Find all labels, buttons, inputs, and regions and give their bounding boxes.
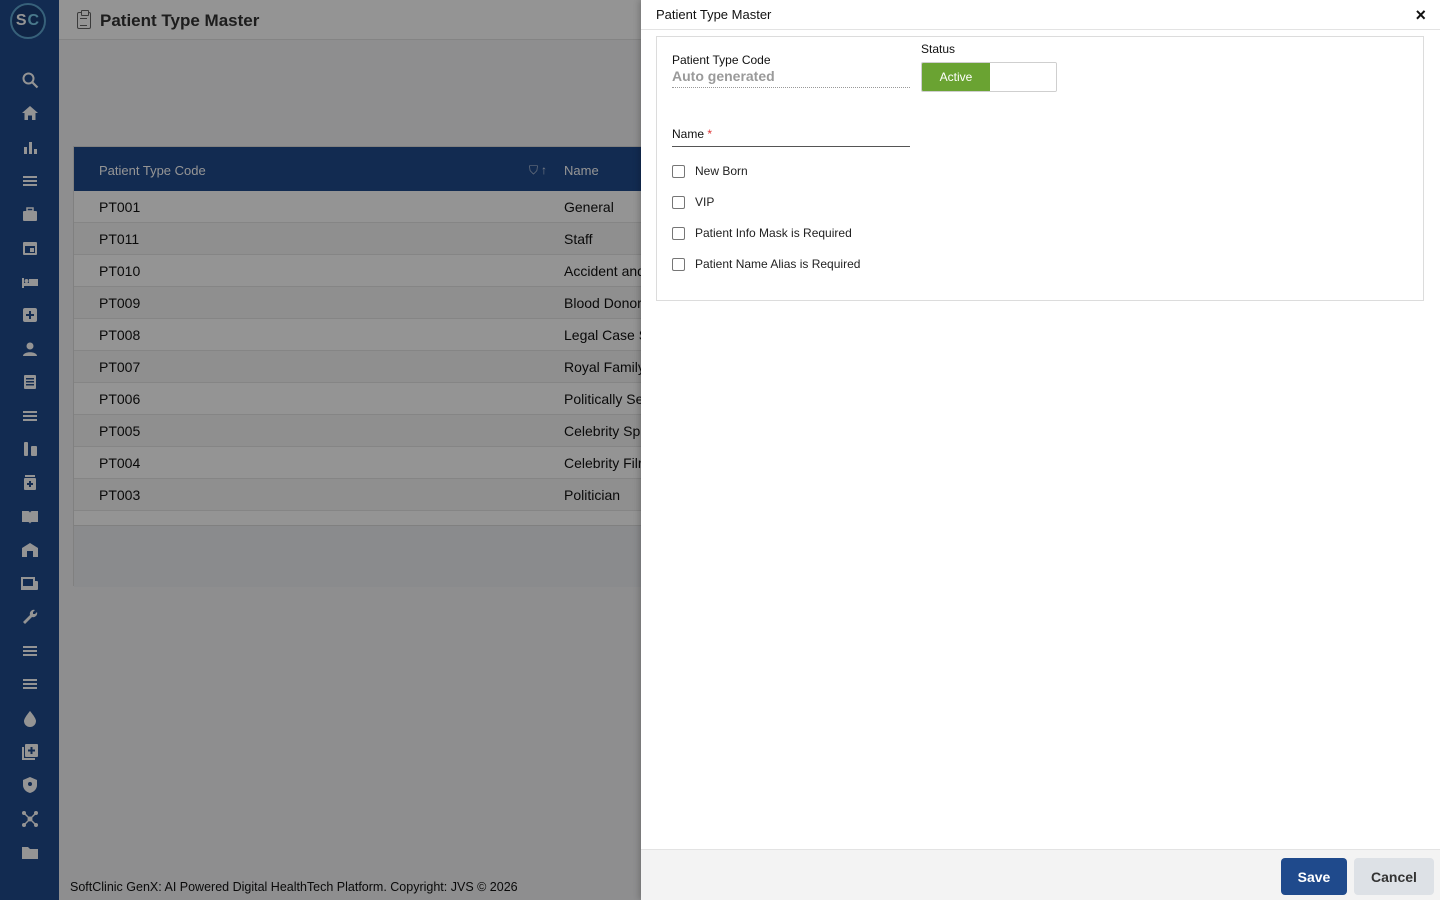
save-button[interactable]: Save — [1281, 858, 1347, 895]
name-label: Name * — [672, 127, 712, 141]
checkbox-row[interactable]: VIP — [672, 195, 714, 209]
drawer-header: Patient Type Master × — [641, 0, 1440, 30]
name-label-text: Name — [672, 127, 705, 141]
status-label: Status — [921, 42, 956, 56]
required-marker: * — [707, 127, 713, 141]
patient-type-drawer: Patient Type Master × Patient Type Code … — [641, 0, 1440, 900]
checkbox-label: Patient Info Mask is Required — [695, 226, 852, 240]
checkbox[interactable] — [672, 257, 685, 271]
checkbox-label: VIP — [695, 195, 715, 209]
close-icon[interactable]: × — [1415, 5, 1426, 26]
status-inactive-option[interactable] — [990, 63, 1056, 91]
cancel-button[interactable]: Cancel — [1354, 858, 1434, 895]
checkbox-label: New Born — [695, 164, 748, 178]
patient-type-form: Patient Type Code Auto generated Status … — [656, 36, 1424, 301]
checkbox-row[interactable]: New Born — [672, 164, 748, 178]
checkbox[interactable] — [672, 164, 685, 178]
code-field: Auto generated — [672, 68, 910, 88]
checkbox[interactable] — [672, 226, 685, 240]
drawer-footer: Save Cancel — [641, 849, 1440, 900]
checkbox[interactable] — [672, 195, 685, 209]
checkbox-label: Patient Name Alias is Required — [695, 257, 861, 271]
modal-overlay[interactable] — [0, 0, 641, 900]
checkbox-row[interactable]: Patient Name Alias is Required — [672, 257, 860, 271]
name-input[interactable] — [672, 145, 910, 147]
drawer-title: Patient Type Master — [656, 7, 772, 22]
status-toggle[interactable]: Active — [921, 62, 1057, 92]
code-label: Patient Type Code — [672, 53, 771, 67]
checkbox-row[interactable]: Patient Info Mask is Required — [672, 226, 852, 240]
status-active-option[interactable]: Active — [922, 63, 990, 91]
